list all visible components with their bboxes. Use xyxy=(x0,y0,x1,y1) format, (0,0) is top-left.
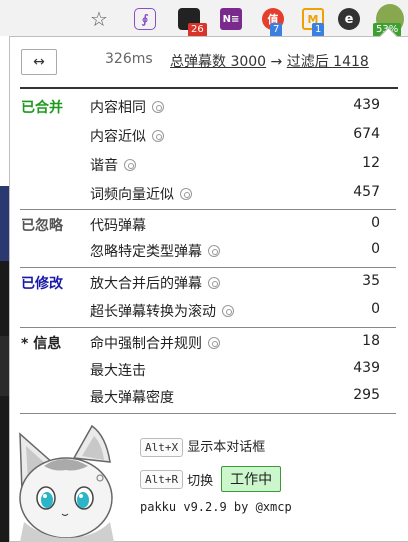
stat-value: 35 xyxy=(362,273,380,289)
stat-value: 0 xyxy=(371,215,380,231)
stat-value: 457 xyxy=(353,184,380,200)
stat-row: 忽略特定类型弹幕 0 xyxy=(90,241,380,265)
stat-label: 忽略特定类型弹幕 xyxy=(90,241,220,261)
section-divider xyxy=(20,209,396,210)
stat-label: 最大弹幕密度 xyxy=(90,390,174,406)
info-circle-icon[interactable] xyxy=(124,159,136,171)
stat-value: 0 xyxy=(371,301,380,317)
bookmark-star-icon[interactable]: ☆ xyxy=(88,7,110,31)
stat-row: 超长弹幕转换为滚动 0 xyxy=(90,301,380,325)
browser-toolbar: ☆ ∮ 26 N≡ 值 7 M 1 e 53% xyxy=(0,0,408,40)
extension-e-icon[interactable]: e xyxy=(338,8,360,30)
show-dialog-hint: Alt+X 显示本对话框 xyxy=(140,436,265,457)
background-page-fragment xyxy=(0,36,9,186)
version-credit: pakku v9.2.9 by @xmcp xyxy=(140,500,292,514)
section-label: 已忽略 xyxy=(21,218,63,234)
extension-onenote-icon[interactable]: N≡ xyxy=(220,8,242,30)
arrow-icon: → xyxy=(270,54,283,70)
stat-row: 放大合并后的弹幕 35 xyxy=(90,273,380,297)
extension-badge: 26 xyxy=(188,23,207,37)
info-circle-icon[interactable] xyxy=(152,101,164,113)
info-circle-icon[interactable] xyxy=(152,130,164,142)
stat-label: 代码弹幕 xyxy=(90,218,146,234)
swap-arrows-icon: ↔ xyxy=(33,54,45,70)
stat-row: 代码弹幕 0 xyxy=(90,215,380,239)
stat-row: 词频向量近似 457 xyxy=(90,184,380,208)
popup-header: ↔ 326ms 总弹幕数 3000 → 过滤后 1418 xyxy=(10,37,400,87)
section-label: * 信息 xyxy=(21,336,62,352)
extension-badge: 1 xyxy=(312,23,325,37)
info-circle-icon[interactable] xyxy=(208,245,220,257)
section-label: 已修改 xyxy=(21,276,63,292)
stat-label: 命中强制合并规则 xyxy=(90,333,220,353)
section-divider xyxy=(20,413,396,414)
shortcut-description: 显示本对话框 xyxy=(187,440,266,455)
stat-label: 超长弹幕转换为滚动 xyxy=(90,301,234,321)
stat-row: 内容相同 439 xyxy=(90,97,380,121)
danmaku-counts: 总弹幕数 3000 → 过滤后 1418 xyxy=(170,51,369,71)
stat-value: 674 xyxy=(353,126,380,142)
filtered-count-link[interactable]: 过滤后 1418 xyxy=(287,54,369,70)
header-divider xyxy=(20,87,398,89)
stat-label: 放大合并后的弹幕 xyxy=(90,273,220,293)
info-circle-icon[interactable] xyxy=(180,188,192,200)
stat-row: 命中强制合并规则 18 xyxy=(90,333,380,357)
info-circle-icon[interactable] xyxy=(208,337,220,349)
background-page-fragment xyxy=(0,186,9,261)
pakku-popup: ↔ 326ms 总弹幕数 3000 → 过滤后 1418 已合并 内容相同 43… xyxy=(9,36,408,542)
stat-value: 295 xyxy=(353,387,380,403)
section-divider xyxy=(20,327,396,328)
stat-label: 词频向量近似 xyxy=(90,184,192,204)
stat-value: 439 xyxy=(353,97,380,113)
stat-value: 12 xyxy=(362,155,380,171)
stat-value: 18 xyxy=(362,333,380,349)
total-count-link[interactable]: 总弹幕数 3000 xyxy=(170,54,266,70)
swap-view-button[interactable]: ↔ xyxy=(21,49,57,75)
extension-pakku-icon[interactable]: ∮ xyxy=(134,8,156,30)
stat-label: 最大连击 xyxy=(90,363,146,379)
shortcut-key: Alt+R xyxy=(140,469,184,489)
stat-row: 最大弹幕密度 295 xyxy=(90,387,380,411)
section-divider xyxy=(20,267,396,268)
extension-badge: 7 xyxy=(270,23,283,37)
background-page-strip xyxy=(0,36,9,542)
info-circle-icon[interactable] xyxy=(208,277,220,289)
processing-time: 326ms xyxy=(105,51,153,67)
stat-label: 内容相同 xyxy=(90,97,164,117)
shortcut-description: 切换 xyxy=(187,473,214,489)
stat-row: 内容近似 674 xyxy=(90,126,380,150)
stat-row: 谐音 12 xyxy=(90,155,380,179)
stat-value: 439 xyxy=(353,360,380,376)
shortcut-key: Alt+X xyxy=(140,438,184,457)
toggle-hint: Alt+R 切换 工作中 xyxy=(140,466,282,492)
background-page-fragment xyxy=(0,336,9,396)
stat-value: 0 xyxy=(371,241,380,257)
info-circle-icon[interactable] xyxy=(222,305,234,317)
stat-label: 内容近似 xyxy=(90,126,164,146)
popup-footer: Alt+X 显示本对话框 Alt+R 切换 工作中 pakku v9.2.9 b… xyxy=(10,420,400,542)
cat-mascot-icon xyxy=(19,424,114,542)
working-toggle-button[interactable]: 工作中 xyxy=(221,466,282,492)
section-label: 已合并 xyxy=(21,100,63,116)
stat-row: 最大连击 439 xyxy=(90,360,380,384)
stat-label: 谐音 xyxy=(90,155,136,175)
